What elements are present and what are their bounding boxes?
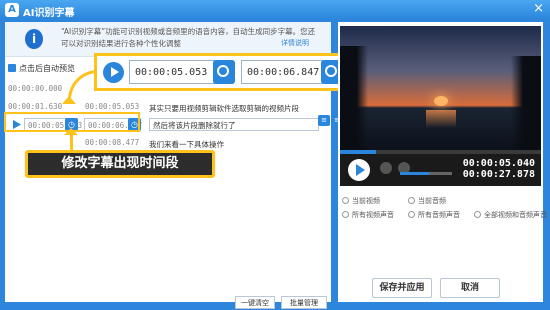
- info-banner: i “AI识别字幕”功能可识别视频或音频里的语音内容，自动生成同步字幕。您还可以…: [5, 22, 331, 57]
- option-current-video[interactable]: 当前视频: [342, 196, 380, 206]
- row-end-time[interactable]: 00:00:05.053: [85, 102, 139, 111]
- details-link[interactable]: 详情说明: [281, 38, 309, 48]
- option-current-audio[interactable]: 当前音频: [408, 196, 446, 206]
- callout-text: 修改字幕出现时间段: [28, 153, 212, 175]
- stop-icon[interactable]: [380, 162, 392, 174]
- cancel-button[interactable]: 取消: [440, 278, 500, 298]
- volume-slider[interactable]: [400, 172, 452, 175]
- row-start-time[interactable]: 00:00:00.000: [8, 84, 62, 93]
- option-label: 当前视频: [352, 197, 380, 205]
- current-time: 00:00:05.040: [462, 158, 535, 169]
- row-start-time[interactable]: 00:00:01.630: [8, 102, 62, 111]
- autoplay-label: 点击后自动预览: [19, 64, 75, 73]
- palm-silhouette: [340, 46, 368, 154]
- row-text[interactable]: 我们来看一下具体操作: [149, 139, 224, 150]
- row-end-time[interactable]: 00:00:08.477: [85, 138, 139, 147]
- title-bar: A AI识别字幕 ×: [0, 0, 550, 20]
- row-text-input[interactable]: 然后将该片段删除就行了: [149, 118, 319, 131]
- player-controls: 00:00:05.040 00:00:27.878: [340, 154, 541, 186]
- info-icon: i: [25, 29, 43, 49]
- app-logo-icon: A: [5, 3, 19, 17]
- radio-icon[interactable]: [474, 211, 481, 218]
- time-readout: 00:00:05.040 00:00:27.878: [463, 158, 535, 180]
- option-all-video-sound[interactable]: 所有视频声音: [342, 210, 394, 220]
- close-icon[interactable]: ×: [533, 2, 544, 16]
- radio-icon[interactable]: [342, 211, 349, 218]
- checkbox-checked-icon[interactable]: [8, 64, 16, 72]
- preview-panel: 00:00:05.040 00:00:27.878 当前视频 当前音频 所有视频…: [338, 22, 547, 302]
- info-text: “AI识别字幕”功能可识别视频或音频里的语音内容，自动生成同步字幕。您还可以对识…: [61, 27, 316, 48]
- total-time: 00:00:27.878: [462, 169, 535, 180]
- video-preview[interactable]: [340, 26, 541, 154]
- list-icon[interactable]: ≡: [318, 115, 330, 126]
- callout-arrow: [70, 132, 73, 152]
- option-label: 所有视频声音: [352, 211, 394, 219]
- play-icon[interactable]: [348, 159, 370, 181]
- sun-reflection: [426, 110, 456, 128]
- row-text[interactable]: 其实只要用视频剪辑软件选取剪辑的视频片段: [149, 103, 299, 114]
- option-all-audio-sound[interactable]: 所有音频声音: [408, 210, 460, 220]
- option-all-video-audio[interactable]: 全部视频和音频声音: [474, 210, 547, 220]
- option-label: 当前音频: [418, 197, 446, 205]
- option-label: 所有音频声音: [418, 211, 460, 219]
- callout-label: 修改字幕出现时间段: [25, 150, 215, 178]
- window-title: AI识别字幕: [23, 8, 75, 19]
- save-apply-button[interactable]: 保存并应用: [372, 278, 432, 298]
- sunset-sun: [434, 96, 448, 106]
- play-icon[interactable]: [103, 62, 124, 83]
- radio-icon[interactable]: [408, 197, 415, 204]
- radio-icon[interactable]: [342, 197, 349, 204]
- radio-icon[interactable]: [408, 211, 415, 218]
- clear-all-button[interactable]: 一键清空: [235, 296, 275, 309]
- set-start-clock-icon[interactable]: [213, 60, 235, 84]
- zoomed-time-editor: 00:00:05.053 00:00:06.847: [94, 53, 350, 91]
- volume-fill: [400, 172, 429, 175]
- autoplay-checkbox[interactable]: 点击后自动预览: [8, 63, 75, 74]
- palm-silhouette: [511, 56, 541, 154]
- batch-manage-button[interactable]: 批量管理: [281, 296, 327, 309]
- option-label: 全部视频和音频声音: [484, 211, 547, 219]
- callout-arrow-head: [62, 96, 76, 104]
